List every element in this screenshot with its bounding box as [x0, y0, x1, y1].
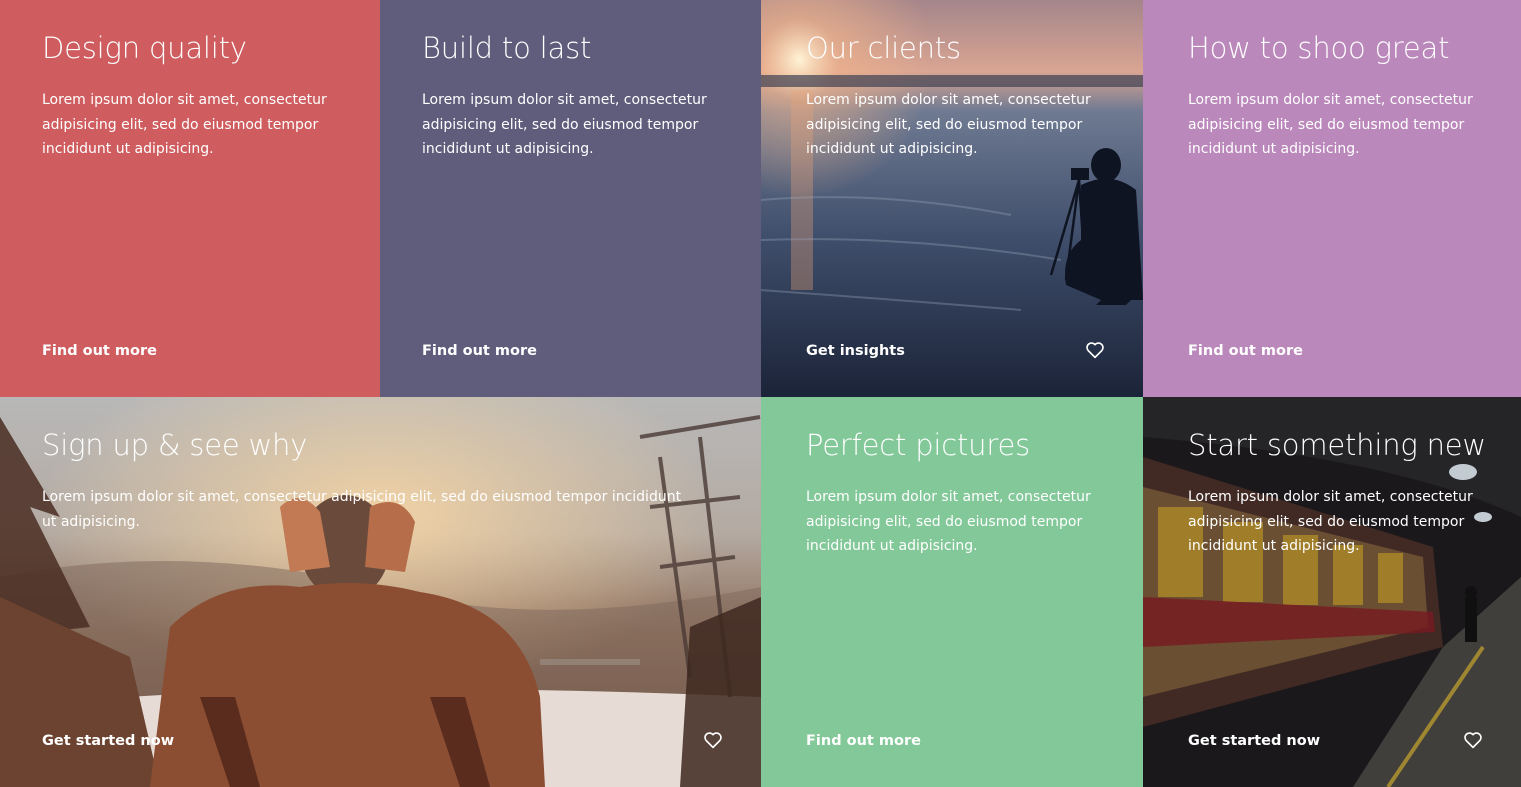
tile-title: Design quality: [42, 31, 247, 65]
tile-title: Start something new: [1188, 428, 1486, 462]
tile-perfect-pictures: Perfect pictures Lorem ipsum dolor sit a…: [761, 397, 1143, 787]
heart-icon[interactable]: [1463, 731, 1483, 749]
tile-how-to-shoo-great: How to shoo great Lorem ipsum dolor sit …: [1143, 0, 1521, 397]
tile-title: How to shoo great: [1188, 31, 1450, 65]
tile-body: Lorem ipsum dolor sit amet, consectetur …: [42, 489, 682, 530]
tile-body: Lorem ipsum dolor sit amet, consectetur …: [1188, 92, 1473, 157]
tile-content: Start something new Lorem ipsum dolor si…: [1188, 425, 1491, 559]
tile-design-quality: Design quality Lorem ipsum dolor sit ame…: [0, 0, 380, 397]
tile-sign-up: Sign up & see why Lorem ipsum dolor sit …: [0, 397, 761, 787]
tile-body: Lorem ipsum dolor sit amet, consectetur …: [806, 92, 1091, 157]
tile-title: Our clients: [806, 31, 961, 65]
heart-icon[interactable]: [703, 731, 723, 749]
get-started-now-link[interactable]: Get started now: [42, 733, 174, 749]
tile-body: Lorem ipsum dolor sit amet, consectetur …: [422, 92, 707, 157]
heart-icon[interactable]: [1085, 341, 1105, 359]
find-out-more-link[interactable]: Find out more: [422, 343, 537, 359]
tile-body: Lorem ipsum dolor sit amet, consectetur …: [1188, 489, 1473, 554]
tile-title: Perfect pictures: [806, 428, 1030, 462]
tile-content: Perfect pictures Lorem ipsum dolor sit a…: [806, 425, 1113, 559]
tile-build-to-last: Build to last Lorem ipsum dolor sit amet…: [380, 0, 761, 397]
tile-title: Sign up & see why: [42, 428, 308, 462]
tile-content: Build to last Lorem ipsum dolor sit amet…: [422, 28, 731, 162]
tile-body: Lorem ipsum dolor sit amet, consectetur …: [42, 92, 327, 157]
tile-body: Lorem ipsum dolor sit amet, consectetur …: [806, 489, 1091, 554]
tile-content: Design quality Lorem ipsum dolor sit ame…: [42, 28, 350, 162]
find-out-more-link[interactable]: Find out more: [1188, 343, 1303, 359]
tile-content: Sign up & see why Lorem ipsum dolor sit …: [42, 425, 731, 534]
get-started-now-link[interactable]: Get started now: [1188, 733, 1320, 749]
tile-start-something-new: Start something new Lorem ipsum dolor si…: [1143, 397, 1521, 787]
find-out-more-link[interactable]: Find out more: [42, 343, 157, 359]
tile-our-clients: Our clients Lorem ipsum dolor sit amet, …: [761, 0, 1143, 397]
tile-content: Our clients Lorem ipsum dolor sit amet, …: [806, 28, 1113, 162]
get-insights-link[interactable]: Get insights: [806, 343, 905, 359]
find-out-more-link[interactable]: Find out more: [806, 733, 921, 749]
tile-title: Build to last: [422, 31, 592, 65]
feature-grid: Design quality Lorem ipsum dolor sit ame…: [0, 0, 1521, 787]
tile-content: How to shoo great Lorem ipsum dolor sit …: [1188, 28, 1491, 162]
